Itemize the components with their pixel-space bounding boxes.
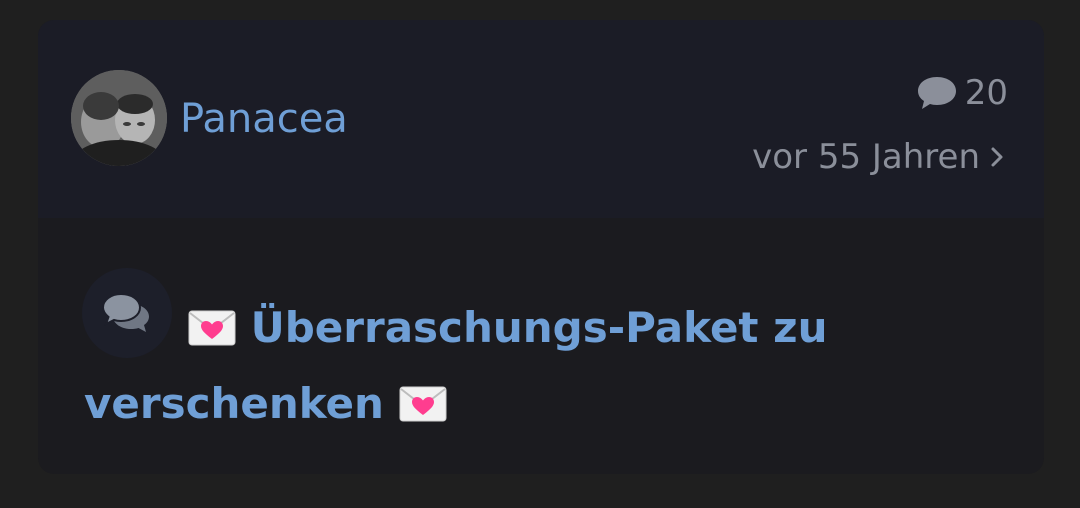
love-letter-icon (399, 370, 447, 422)
last-post-link[interactable]: vor 55 Jahren (752, 134, 1008, 180)
topic-meta: 20 vor 55 Jahren (752, 70, 1008, 180)
topic-card-header: Panacea 20 vor 55 Jahren (38, 20, 1044, 218)
chevron-right-icon (988, 142, 1008, 172)
topic-card: Panacea 20 vor 55 Jahren Überraschungs-P… (38, 20, 1044, 474)
author-link[interactable]: Panacea (180, 94, 348, 144)
topic-title-link[interactable]: Überraschungs-Paket zu verschenken (84, 290, 844, 442)
avatar[interactable] (71, 70, 167, 166)
avatar-photo (71, 70, 167, 166)
speech-bubble-icon (915, 73, 959, 113)
love-letter-icon (188, 294, 236, 346)
reply-count: 20 (964, 73, 1008, 113)
reply-count-row: 20 (752, 70, 1008, 116)
time-ago: vor 55 Jahren (752, 137, 980, 177)
